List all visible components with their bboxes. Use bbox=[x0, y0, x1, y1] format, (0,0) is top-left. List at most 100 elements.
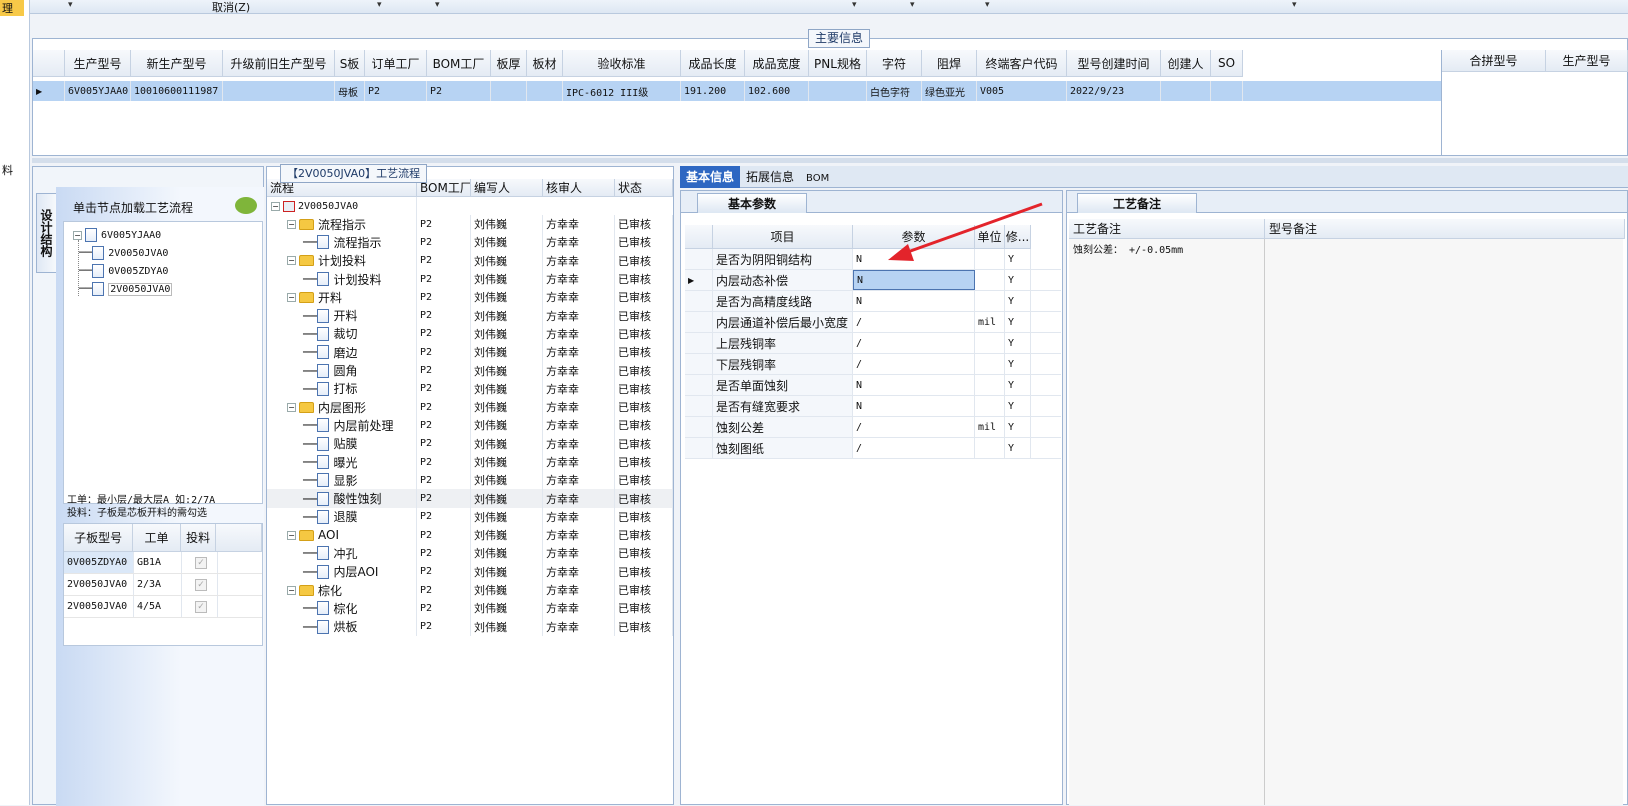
subboard-model-cell[interactable]: 2V0050JVA0 bbox=[64, 574, 134, 595]
flow-col-header[interactable]: 核审人 bbox=[543, 179, 615, 197]
param-col-header[interactable]: 项目 bbox=[713, 225, 853, 249]
param-value-input[interactable]: / bbox=[853, 333, 975, 353]
param-row[interactable]: 内层通道补偿后最小宽度 / mil Y bbox=[685, 312, 1061, 333]
main-cell[interactable]: 绿色亚光 bbox=[922, 81, 977, 101]
flow-row[interactable]: ── 显影 P2 刘伟巍 方幸幸 已审核 bbox=[267, 471, 673, 490]
chevron-down-icon[interactable]: ▾ bbox=[852, 0, 857, 10]
flow-row[interactable]: ── 冲孔 P2 刘伟巍 方幸幸 已审核 bbox=[267, 544, 673, 563]
flow-row[interactable]: − 开料 P2 刘伟巍 方幸幸 已审核 bbox=[267, 288, 673, 307]
tree-node[interactable]: ── 2V0050JVA0 bbox=[79, 246, 168, 260]
flow-row[interactable]: − 流程指示 P2 刘伟巍 方幸幸 已审核 bbox=[267, 215, 673, 234]
structure-vtab[interactable]: 设计结构 bbox=[36, 193, 56, 273]
left-tab[interactable]: 理 bbox=[0, 0, 24, 16]
main-col-header[interactable]: 升级前旧生产型号 bbox=[223, 50, 335, 77]
main-col-header[interactable]: 成品宽度 bbox=[745, 50, 809, 77]
flow-root[interactable]: −2V0050JVA0 bbox=[267, 197, 673, 215]
param-row[interactable]: 下层残铜率 / Y bbox=[685, 354, 1061, 375]
main-col-header[interactable]: 板材 bbox=[527, 50, 563, 77]
chevron-down-icon[interactable]: ▾ bbox=[1292, 0, 1297, 10]
main-cell[interactable]: 2022/9/23 bbox=[1067, 81, 1161, 101]
main-cell[interactable]: 10010600111987 bbox=[131, 81, 223, 101]
main-cell[interactable]: 191.200 bbox=[681, 81, 745, 101]
param-row[interactable]: ▶ 内层动态补偿 N Y bbox=[685, 270, 1061, 291]
main-col-header[interactable]: BOM工厂 bbox=[427, 50, 491, 77]
param-row[interactable]: 是否单面蚀刻 N Y bbox=[685, 375, 1061, 396]
main-col-header[interactable]: 成品长度 bbox=[681, 50, 745, 77]
flow-row[interactable]: ── 棕化 P2 刘伟巍 方幸幸 已审核 bbox=[267, 599, 673, 618]
flow-row[interactable]: − AOI P2 刘伟巍 方幸幸 已审核 bbox=[267, 526, 673, 545]
param-row[interactable]: 蚀刻图纸 / Y bbox=[685, 438, 1061, 459]
subboard-model-cell[interactable]: 0V005ZDYA0 bbox=[64, 552, 134, 573]
main-cell[interactable]: V005 bbox=[977, 81, 1067, 101]
model-remark-textarea[interactable] bbox=[1265, 239, 1623, 805]
chevron-down-icon[interactable]: ▾ bbox=[985, 0, 990, 10]
main-cell[interactable] bbox=[1211, 81, 1243, 101]
tab-basic-info[interactable]: 基本信息 bbox=[680, 166, 741, 188]
chevron-down-icon[interactable]: ▾ bbox=[435, 0, 440, 10]
main-col-header[interactable]: 型号创建时间 bbox=[1067, 50, 1161, 77]
main-cell[interactable] bbox=[527, 81, 563, 101]
main-col-header[interactable]: SO bbox=[1211, 50, 1243, 77]
flow-row[interactable]: ── 贴膜 P2 刘伟巍 方幸幸 已审核 bbox=[267, 434, 673, 453]
flow-row[interactable]: ── 计划投料 P2 刘伟巍 方幸幸 已审核 bbox=[267, 269, 673, 289]
feed-checkbox[interactable]: ✓ bbox=[195, 578, 207, 591]
flow-row[interactable]: ── 曝光 P2 刘伟巍 方幸幸 已审核 bbox=[267, 452, 673, 472]
flow-col-header[interactable]: 编写人 bbox=[471, 179, 543, 197]
flow-row[interactable]: ── 内层前处理 P2 刘伟巍 方幸幸 已审核 bbox=[267, 416, 673, 435]
flow-col-header[interactable]: 状态 bbox=[615, 179, 673, 197]
main-col-header[interactable]: S板 bbox=[335, 50, 365, 77]
main-cell[interactable]: 白色字符 bbox=[867, 81, 922, 101]
param-value-input[interactable]: / bbox=[853, 354, 975, 374]
main-cell[interactable]: P2 bbox=[365, 81, 427, 101]
flow-row[interactable]: ── 烘板 P2 刘伟巍 方幸幸 已审核 bbox=[267, 617, 673, 636]
main-col-header[interactable]: 生产型号 bbox=[65, 50, 131, 77]
main-cell[interactable] bbox=[223, 81, 335, 101]
main-col-header[interactable]: PNL规格 bbox=[809, 50, 867, 77]
param-value-input[interactable]: N bbox=[853, 396, 975, 416]
main-cell[interactable]: 6V005YJAA0 bbox=[65, 81, 131, 101]
flow-row[interactable]: − 棕化 P2 刘伟巍 方幸幸 已审核 bbox=[267, 580, 673, 600]
feed-checkbox[interactable]: ✓ bbox=[195, 600, 207, 613]
tab-bom[interactable]: BOM bbox=[800, 168, 835, 190]
table-row[interactable]: 0V005ZDYA0 GB1A ✓ bbox=[64, 552, 262, 574]
tree-node-selected[interactable]: ── 2V0050JVA0 bbox=[79, 282, 173, 296]
feed-checkbox[interactable]: ✓ bbox=[195, 556, 207, 569]
flow-row[interactable]: − 内层图形 P2 刘伟巍 方幸幸 已审核 bbox=[267, 397, 673, 417]
flow-row[interactable]: ── 退膜 P2 刘伟巍 方幸幸 已审核 bbox=[267, 507, 673, 527]
chevron-down-icon[interactable]: ▾ bbox=[68, 0, 73, 10]
flow-row[interactable]: ── 酸性蚀刻 P2 刘伟巍 方幸幸 已审核 bbox=[267, 489, 673, 508]
main-cell[interactable]: P2 bbox=[427, 81, 491, 101]
main-info-row[interactable]: ▶ 6V005YJAA0 10010600111987 母板 P2 P2 IPC-6012 … bbox=[33, 81, 1441, 101]
main-col-header[interactable]: 阻焊 bbox=[922, 50, 977, 77]
param-value-input[interactable]: N bbox=[853, 291, 975, 311]
splitter[interactable] bbox=[32, 158, 1628, 163]
param-row[interactable]: 是否为高精度线路 N Y bbox=[685, 291, 1061, 312]
param-value-input[interactable]: N bbox=[853, 375, 975, 395]
table-row[interactable]: 2V0050JVA0 4/5A ✓ bbox=[64, 596, 262, 618]
main-col-header[interactable]: 板厚 bbox=[491, 50, 527, 77]
flow-row[interactable]: ── 裁切 P2 刘伟巍 方幸幸 已审核 bbox=[267, 324, 673, 344]
workorder-cell[interactable]: GB1A bbox=[134, 552, 182, 573]
process-remark-textarea[interactable]: 蚀刻公差： +/-0.05mm bbox=[1069, 239, 1265, 805]
param-value-input[interactable]: N bbox=[853, 270, 975, 290]
param-value-input[interactable]: / bbox=[853, 417, 975, 437]
flow-row[interactable]: ── 圆角 P2 刘伟巍 方幸幸 已审核 bbox=[267, 361, 673, 380]
workorder-cell[interactable]: 2/3A bbox=[134, 574, 182, 595]
flow-row[interactable]: − 计划投料 P2 刘伟巍 方幸幸 已审核 bbox=[267, 251, 673, 270]
main-cell[interactable] bbox=[1161, 81, 1211, 101]
param-row[interactable]: 蚀刻公差 / mil Y bbox=[685, 417, 1061, 438]
param-value-input[interactable]: / bbox=[853, 438, 975, 458]
param-value-input[interactable]: / bbox=[853, 312, 975, 332]
main-col-header[interactable]: 创建人 bbox=[1161, 50, 1211, 77]
main-col-header[interactable]: 终端客户代码 bbox=[977, 50, 1067, 77]
tab-extended-info[interactable]: 拓展信息 bbox=[740, 166, 800, 188]
subboard-model-cell[interactable]: 2V0050JVA0 bbox=[64, 596, 134, 617]
main-cell[interactable] bbox=[491, 81, 527, 101]
param-row[interactable]: 上层残铜率 / Y bbox=[685, 333, 1061, 354]
main-cell[interactable] bbox=[809, 81, 867, 101]
chevron-down-icon[interactable]: ▾ bbox=[910, 0, 915, 10]
flow-row[interactable]: ── 内层AOI P2 刘伟巍 方幸幸 已审核 bbox=[267, 562, 673, 581]
main-cell[interactable]: IPC-6012 III级 bbox=[563, 81, 681, 101]
tree-node-root[interactable]: −6V005YJAA0 bbox=[73, 228, 161, 242]
flow-row[interactable]: ── 打标 P2 刘伟巍 方幸幸 已审核 bbox=[267, 379, 673, 398]
